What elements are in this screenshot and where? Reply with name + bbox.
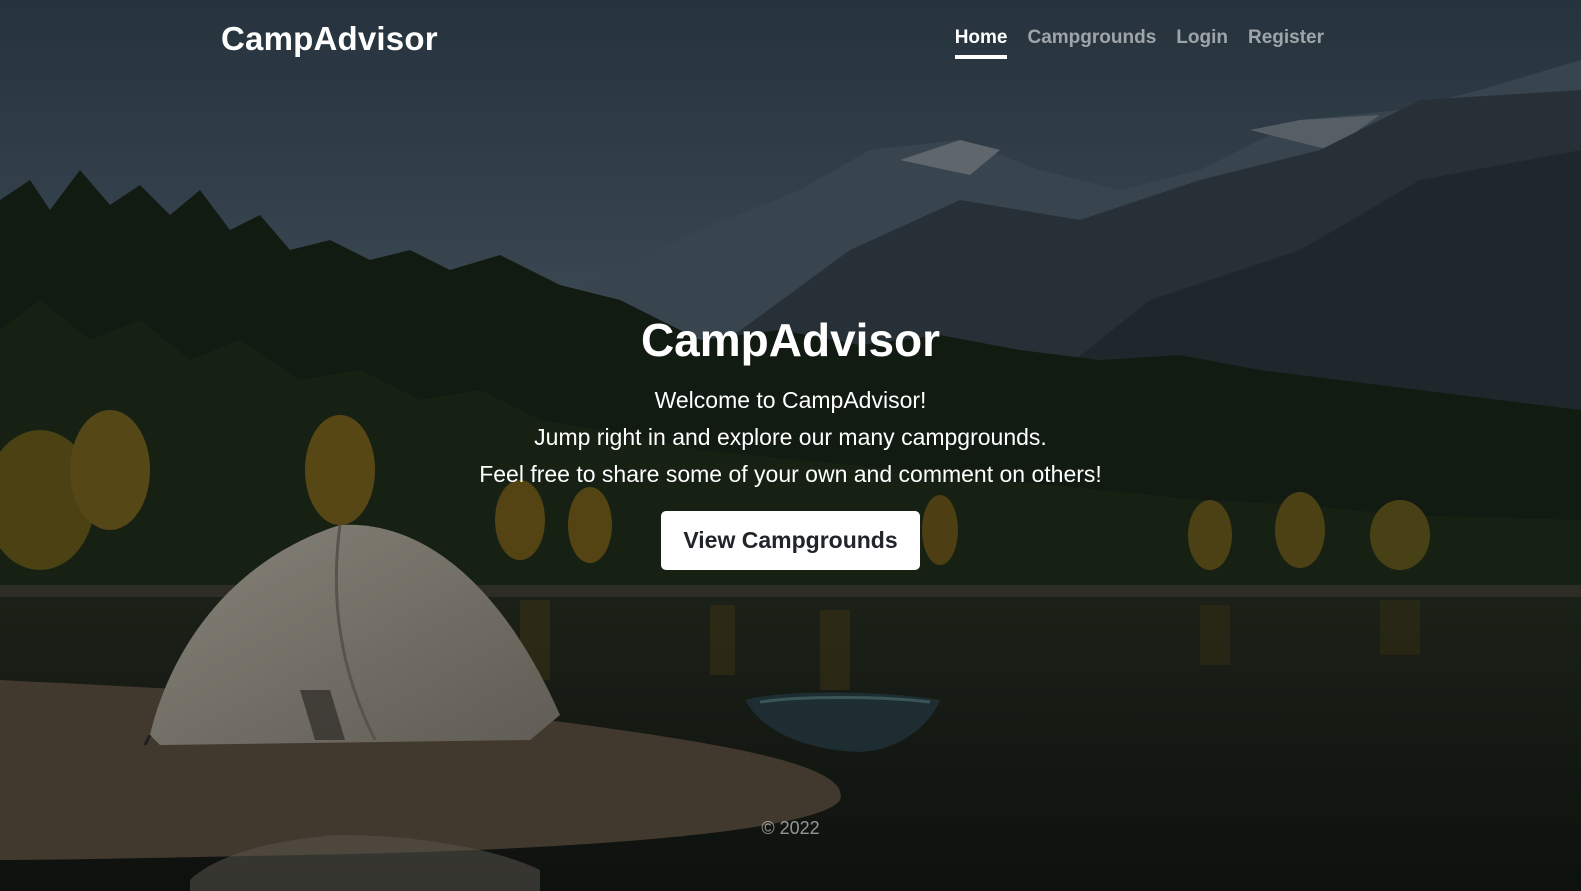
hero-explore-text: Jump right in and explore our many campg… (534, 424, 1047, 450)
nav-link-login[interactable]: Login (1176, 27, 1228, 59)
hero-section: CampAdvisor Welcome to CampAdvisor! Jump… (0, 310, 1581, 570)
top-navbar: CampAdvisor Home Campgrounds Login Regis… (0, 0, 1581, 80)
hero-title: CampAdvisor (640, 314, 941, 366)
view-campgrounds-button[interactable]: View Campgrounds (661, 511, 920, 570)
navbar-brand[interactable]: CampAdvisor (221, 20, 438, 58)
footer: © 2022 (0, 818, 1581, 839)
hero-share-text: Feel free to share some of your own and … (479, 461, 1102, 487)
main-nav: Home Campgrounds Login Register (954, 27, 1324, 59)
nav-link-campgrounds[interactable]: Campgrounds (1027, 27, 1156, 59)
landing-page: CampAdvisor Home Campgrounds Login Regis… (0, 0, 1581, 891)
hero-welcome-text: Welcome to CampAdvisor! (654, 387, 927, 413)
nav-link-register[interactable]: Register (1248, 27, 1324, 59)
nav-link-home[interactable]: Home (954, 27, 1008, 59)
copyright-text: © 2022 (761, 818, 820, 838)
